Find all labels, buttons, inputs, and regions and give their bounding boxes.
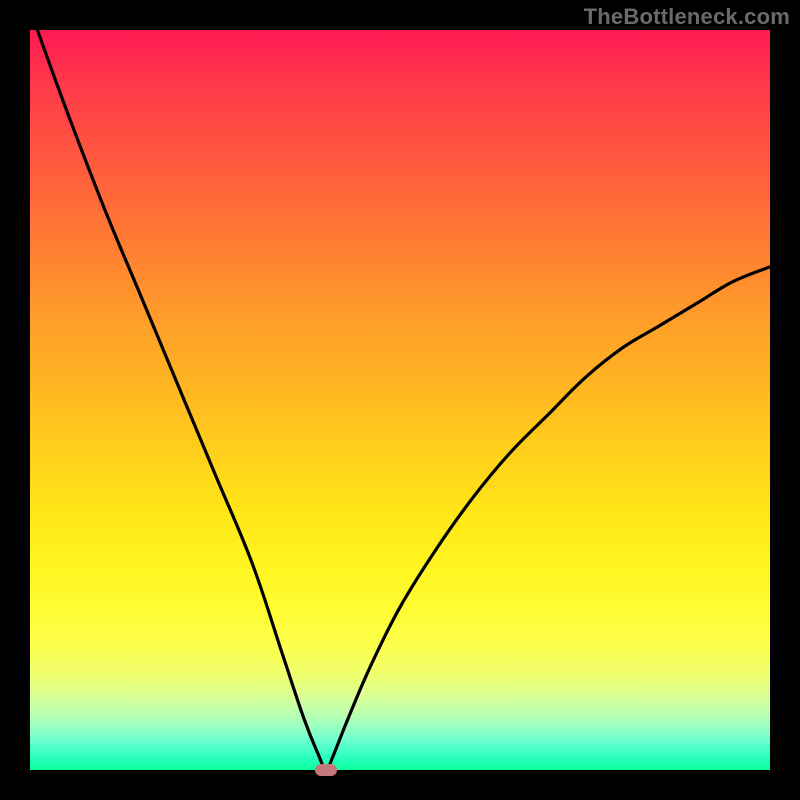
chart-frame: TheBottleneck.com bbox=[0, 0, 800, 800]
plot-area bbox=[30, 30, 770, 770]
watermark-text: TheBottleneck.com bbox=[584, 4, 790, 30]
bottleneck-curve bbox=[37, 30, 770, 770]
curve-svg bbox=[30, 30, 770, 770]
minimum-marker bbox=[315, 764, 337, 776]
